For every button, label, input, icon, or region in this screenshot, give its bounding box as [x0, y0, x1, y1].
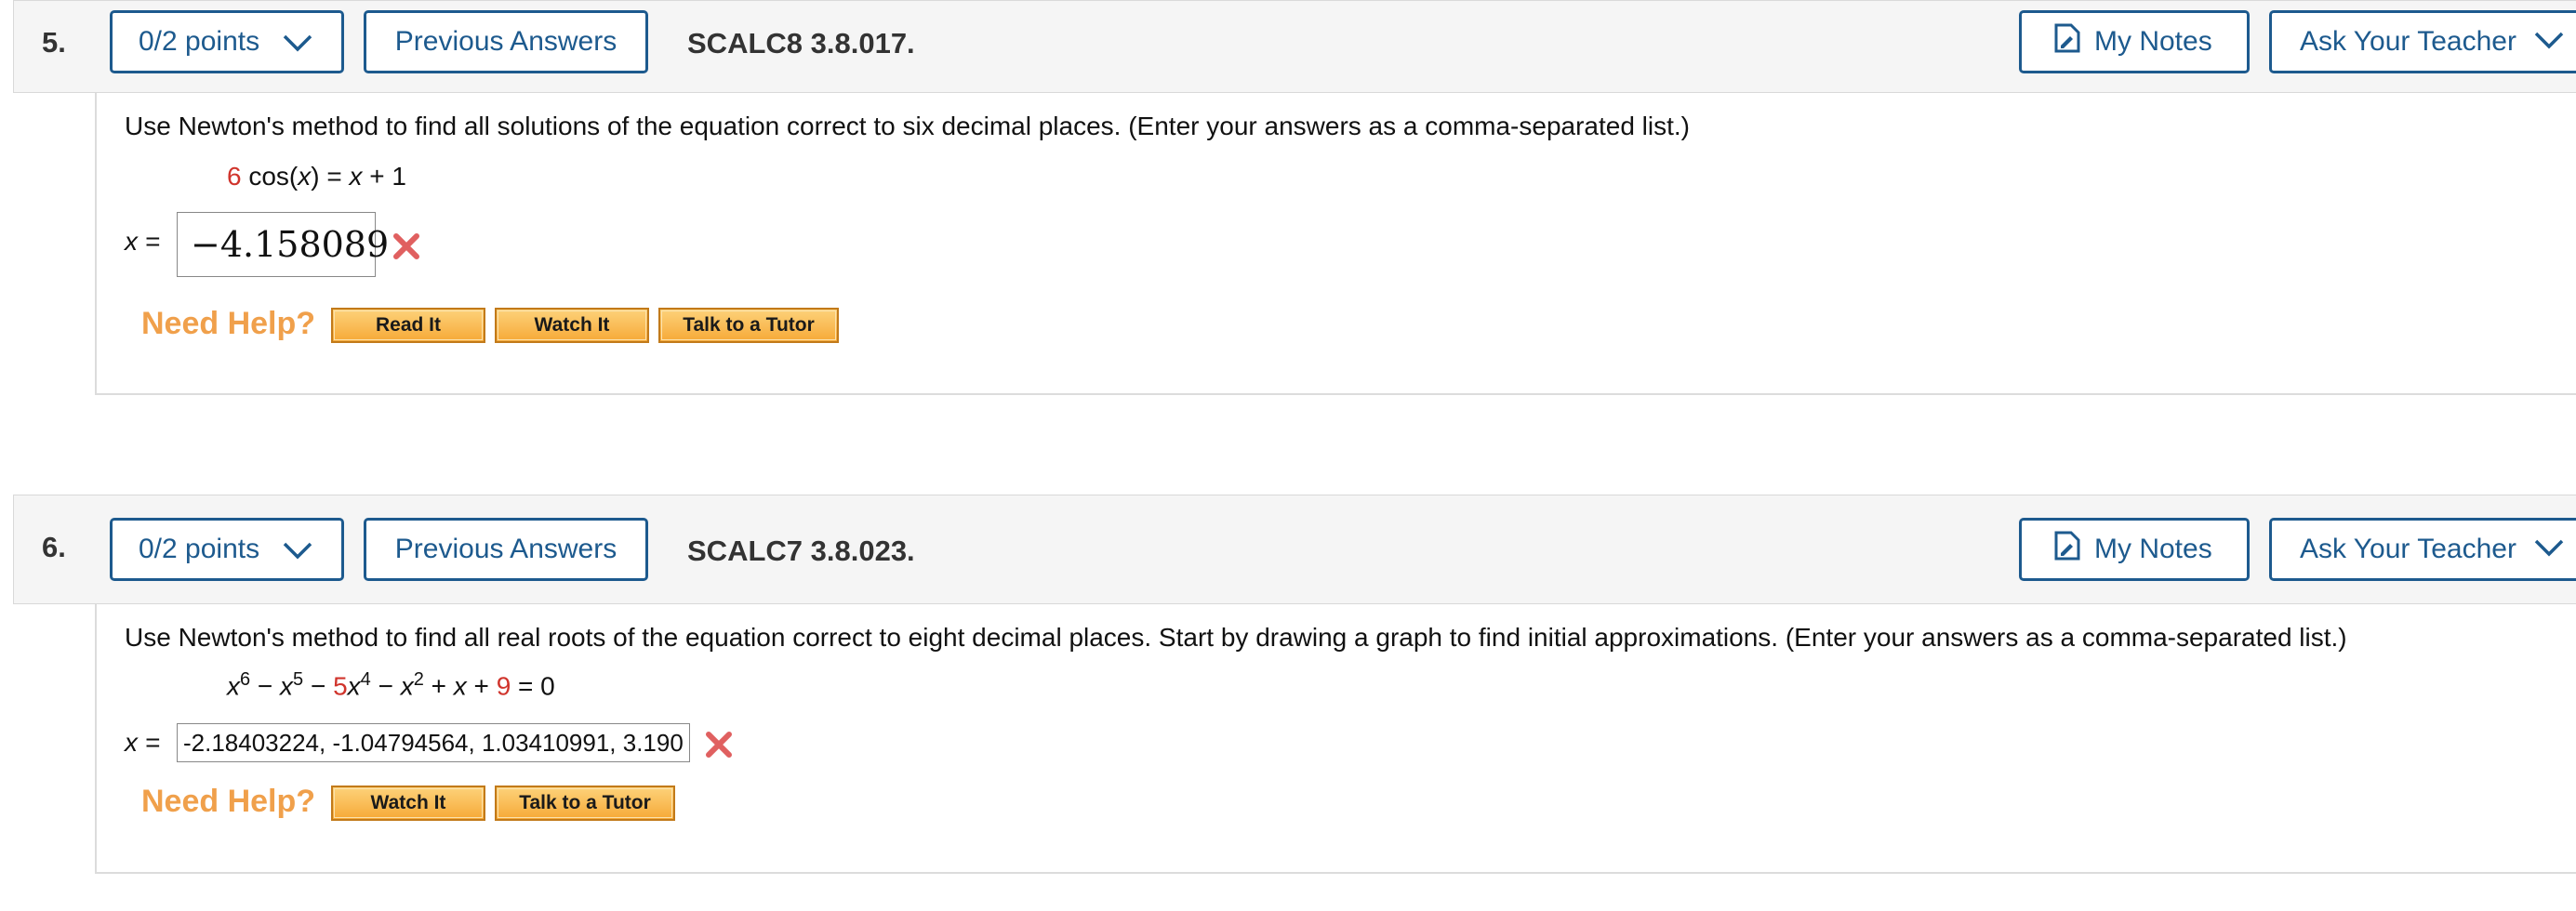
equation-operator: −: [303, 671, 334, 701]
my-notes-button[interactable]: My Notes: [2019, 518, 2250, 581]
x-mark-icon: [392, 232, 420, 265]
chevron-down-icon: [2533, 26, 2565, 58]
equation-var: x: [349, 162, 363, 191]
question-header: 6. 0/2 points Previous Answers SCALC7 3.…: [13, 495, 2576, 604]
notes-icon: [2053, 531, 2094, 568]
watch-it-button[interactable]: Watch It: [331, 786, 485, 821]
question-number: 6.: [42, 531, 66, 563]
equation: 6 cos(x) = x + 1: [227, 162, 406, 191]
talk-to-tutor-button[interactable]: Talk to a Tutor: [495, 786, 675, 821]
question-prompt: Use Newton's method to find all solution…: [125, 112, 1691, 140]
watch-it-button[interactable]: Watch It: [495, 308, 649, 343]
ask-teacher-button[interactable]: Ask Your Teacher: [2269, 10, 2576, 73]
question-body: Use Newton's method to find all real roo…: [95, 604, 2576, 874]
question-6: 6. 0/2 points Previous Answers SCALC7 3.…: [0, 495, 2576, 911]
equation-term: ): [311, 162, 320, 191]
my-notes-button[interactable]: My Notes: [2019, 10, 2250, 73]
talk-to-tutor-button[interactable]: Talk to a Tutor: [658, 308, 839, 343]
my-notes-label: My Notes: [2094, 26, 2212, 57]
answer-label: x =: [125, 728, 161, 757]
equation-var: x: [280, 671, 294, 701]
equation-exponent: 6: [240, 669, 251, 690]
question-5: 5. 0/2 points Previous Answers SCALC8 3.…: [0, 0, 2576, 400]
equation-exponent: 5: [293, 669, 304, 690]
points-dropdown[interactable]: 0/2 points: [110, 518, 344, 581]
points-dropdown[interactable]: 0/2 points: [110, 10, 344, 73]
read-it-button[interactable]: Read It: [331, 308, 485, 343]
notes-icon: [2053, 23, 2094, 60]
equation-operator: −: [250, 671, 281, 701]
equation: x6 − x5 − 5x4 − x2 + x + 9 = 0: [227, 669, 555, 701]
equation-coefficient: 5: [333, 671, 348, 701]
equation-coefficient: 6: [227, 162, 242, 191]
x-mark-icon: [705, 731, 733, 763]
equation-var: x: [298, 162, 312, 191]
answer-input[interactable]: −4.158089: [177, 212, 389, 277]
equation-var: x: [227, 671, 240, 701]
equation-var: x: [347, 671, 361, 701]
equation-operator: −: [370, 671, 401, 701]
ask-teacher-button[interactable]: Ask Your Teacher: [2269, 518, 2576, 581]
equation-constant: 9: [496, 671, 511, 701]
equation-operator: +: [423, 671, 454, 701]
ask-teacher-label: Ask Your Teacher: [2300, 26, 2516, 57]
chevron-down-icon: [282, 29, 313, 60]
previous-answers-button[interactable]: Previous Answers: [364, 518, 648, 581]
question-prompt: Use Newton's method to find all real roo…: [125, 623, 2347, 652]
ask-teacher-label: Ask Your Teacher: [2300, 534, 2516, 564]
previous-answers-button[interactable]: Previous Answers: [364, 10, 648, 73]
question-header: 5. 0/2 points Previous Answers SCALC8 3.…: [13, 0, 2576, 93]
chevron-down-icon: [282, 536, 313, 568]
equation-term: cos(: [248, 162, 299, 191]
my-notes-label: My Notes: [2094, 534, 2212, 564]
equation-var: x: [400, 671, 414, 701]
equation-var: x: [453, 671, 467, 701]
equation-exponent: 2: [413, 669, 424, 690]
question-number: 5.: [42, 26, 66, 59]
question-source: SCALC8 3.8.017.: [687, 27, 915, 59]
equation-exponent: 4: [360, 669, 371, 690]
need-help-label: Need Help?: [141, 306, 316, 341]
points-label: 0/2 points: [139, 26, 260, 57]
question-source: SCALC7 3.8.023.: [687, 535, 915, 567]
chevron-down-icon: [2533, 534, 2565, 565]
points-label: 0/2 points: [139, 534, 260, 564]
equation-equals: =: [319, 162, 350, 191]
answer-input[interactable]: -2.18403224, -1.04794564, 1.03410991, 3.…: [177, 723, 690, 762]
equation-equals: = 0: [511, 671, 555, 701]
equation-term: + 1: [362, 162, 406, 191]
question-body: Use Newton's method to find all solution…: [95, 93, 2576, 395]
equation-operator: +: [466, 671, 497, 701]
answer-label: x =: [125, 227, 161, 256]
need-help-label: Need Help?: [141, 784, 316, 819]
